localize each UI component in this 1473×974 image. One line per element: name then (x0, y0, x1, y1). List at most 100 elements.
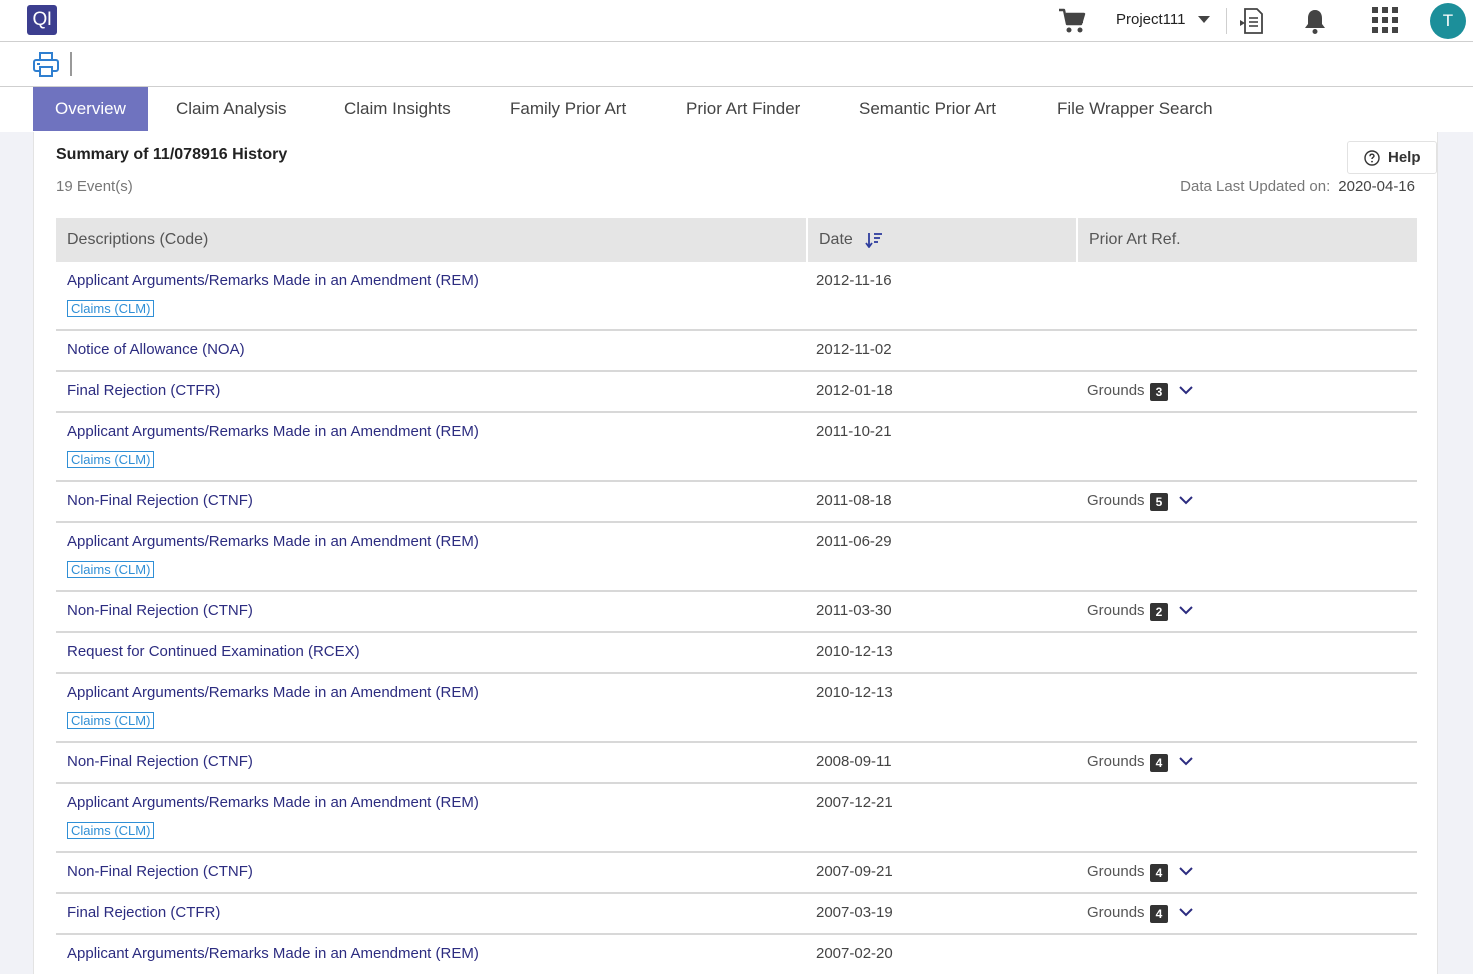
table-row: Applicant Arguments/Remarks Made in an A… (56, 262, 1417, 331)
toolbar-divider (70, 52, 72, 76)
event-description-link[interactable]: Applicant Arguments/Remarks Made in an A… (67, 533, 479, 550)
tab-file-wrapper-search[interactable]: File Wrapper Search (1035, 87, 1235, 131)
chevron-down-icon[interactable] (1198, 16, 1210, 23)
divider (1226, 8, 1227, 34)
claims-tag[interactable]: Claims (CLM) (67, 712, 155, 729)
table-header: Descriptions (Code) Date Prior Art Ref. (56, 218, 1417, 262)
grounds-label: Grounds (1087, 382, 1145, 399)
updated-label: Data Last Updated on: (1180, 178, 1331, 195)
table-row: Applicant Arguments/Remarks Made in an A… (56, 413, 1417, 482)
grounds-label: Grounds (1087, 904, 1145, 921)
chevron-down-icon[interactable] (1178, 906, 1194, 918)
history-card: Summary of 11/078916 History 19 Event(s)… (33, 132, 1438, 974)
table-row: Final Rejection (CTFR) 2007-03-19 Grounds 4 (56, 894, 1417, 935)
event-date: 2007-12-21 (816, 794, 893, 811)
project-selector[interactable]: Project111 (1116, 11, 1186, 28)
event-description-link[interactable]: Notice of Allowance (NOA) (67, 341, 245, 358)
claims-tag[interactable]: Claims (CLM) (67, 561, 155, 578)
event-count: 19 Event(s) (56, 178, 133, 195)
top-bar: QI Project111 T (0, 0, 1473, 42)
event-description-link[interactable]: Applicant Arguments/Remarks Made in an A… (67, 945, 479, 962)
event-date: 2011-03-30 (816, 602, 892, 619)
table-row: Notice of Allowance (NOA) 2012-11-02 (56, 331, 1417, 372)
grounds-label: Grounds (1087, 863, 1145, 880)
table-row: Applicant Arguments/Remarks Made in an A… (56, 935, 1417, 974)
updated-value: 2020-04-16 (1338, 178, 1415, 195)
event-description-link[interactable]: Final Rejection (CTFR) (67, 904, 220, 921)
event-date: 2012-11-16 (816, 272, 892, 289)
help-button[interactable]: Help (1347, 141, 1437, 174)
event-description-link[interactable]: Applicant Arguments/Remarks Made in an A… (67, 423, 479, 440)
tab-semantic-prior-art[interactable]: Semantic Prior Art (837, 87, 1018, 131)
grounds-count-badge: 5 (1150, 493, 1168, 511)
event-description-link[interactable]: Request for Continued Examination (RCEX) (67, 643, 360, 660)
event-description-link[interactable]: Non-Final Rejection (CTNF) (67, 602, 253, 619)
header-prior-art[interactable]: Prior Art Ref. (1076, 218, 1417, 262)
page-title: Summary of 11/078916 History (56, 146, 288, 163)
table-row: Non-Final Rejection (CTNF) 2007-09-21 Grou… (56, 853, 1417, 894)
event-date: 2008-09-11 (816, 753, 892, 770)
apps-grid-icon[interactable] (1372, 7, 1398, 33)
table-row: Non-Final Rejection (CTNF) 2011-03-30 Grou… (56, 592, 1417, 633)
grounds-count-badge: 3 (1150, 383, 1168, 401)
claims-tag[interactable]: Claims (CLM) (67, 451, 155, 468)
history-table: Descriptions (Code) Date Prior Art Ref. … (56, 218, 1417, 974)
sort-descending-icon[interactable] (865, 232, 883, 248)
event-description-link[interactable]: Final Rejection (CTFR) (67, 382, 220, 399)
print-icon[interactable] (32, 51, 60, 79)
tab-claim-analysis[interactable]: Claim Analysis (154, 87, 309, 131)
table-row: Request for Continued Examination (RCEX)… (56, 633, 1417, 674)
table-row: Non-Final Rejection (CTNF) 2008-09-11 Grou… (56, 743, 1417, 784)
event-date: 2010-12-13 (816, 684, 893, 701)
chevron-down-icon[interactable] (1178, 755, 1194, 767)
table-row: Applicant Arguments/Remarks Made in an A… (56, 523, 1417, 592)
tab-prior-art-finder[interactable]: Prior Art Finder (664, 87, 822, 131)
tab-bar: Overview Claim Analysis Claim Insights F… (0, 87, 1473, 132)
table-row: Applicant Arguments/Remarks Made in an A… (56, 784, 1417, 853)
tab-overview[interactable]: Overview (33, 87, 148, 131)
cart-icon[interactable] (1057, 7, 1087, 35)
chevron-down-icon[interactable] (1178, 865, 1194, 877)
table-row: Final Rejection (CTFR) 2012-01-18 Grounds 3 (56, 372, 1417, 413)
claims-tag[interactable]: Claims (CLM) (67, 300, 155, 317)
event-date: 2007-03-19 (816, 904, 893, 921)
help-icon (1364, 150, 1380, 166)
event-date: 2011-06-29 (816, 533, 892, 550)
event-date: 2007-09-21 (816, 863, 893, 880)
bell-icon[interactable] (1302, 7, 1328, 35)
chevron-down-icon[interactable] (1178, 494, 1194, 506)
table-row: Applicant Arguments/Remarks Made in an A… (56, 674, 1417, 743)
data-updated: Data Last Updated on: 2020-04-16 (1180, 178, 1415, 195)
tab-family-prior-art[interactable]: Family Prior Art (488, 87, 648, 131)
event-date: 2011-10-21 (816, 423, 892, 440)
header-description[interactable]: Descriptions (Code) (56, 218, 805, 262)
event-description-link[interactable]: Applicant Arguments/Remarks Made in an A… (67, 684, 479, 701)
chevron-down-icon[interactable] (1178, 604, 1194, 616)
event-description-link[interactable]: Applicant Arguments/Remarks Made in an A… (67, 272, 479, 289)
avatar[interactable]: T (1430, 3, 1466, 39)
table-body: Applicant Arguments/Remarks Made in an A… (56, 262, 1417, 974)
app-logo[interactable]: QI (27, 5, 57, 35)
grounds-count-badge: 2 (1150, 603, 1168, 621)
event-date: 2012-01-18 (816, 382, 893, 399)
grounds-label: Grounds (1087, 602, 1145, 619)
tab-claim-insights[interactable]: Claim Insights (322, 87, 473, 131)
table-row: Non-Final Rejection (CTNF) 2011-08-18 Grou… (56, 482, 1417, 523)
grounds-count-badge: 4 (1150, 754, 1168, 772)
event-description-link[interactable]: Non-Final Rejection (CTNF) (67, 753, 253, 770)
header-date[interactable]: Date (806, 218, 1076, 262)
grounds-label: Grounds (1087, 753, 1145, 770)
event-date: 2012-11-02 (816, 341, 892, 358)
event-date: 2010-12-13 (816, 643, 893, 660)
claims-tag[interactable]: Claims (CLM) (67, 822, 155, 839)
event-description-link[interactable]: Non-Final Rejection (CTNF) (67, 492, 253, 509)
event-description-link[interactable]: Applicant Arguments/Remarks Made in an A… (67, 794, 479, 811)
grounds-label: Grounds (1087, 492, 1145, 509)
event-description-link[interactable]: Non-Final Rejection (CTNF) (67, 863, 253, 880)
chevron-down-icon[interactable] (1178, 384, 1194, 396)
toolbar (0, 42, 1473, 87)
header-date-label: Date (819, 231, 853, 248)
grounds-count-badge: 4 (1150, 864, 1168, 882)
event-date: 2011-08-18 (816, 492, 892, 509)
document-export-icon[interactable] (1239, 6, 1265, 36)
